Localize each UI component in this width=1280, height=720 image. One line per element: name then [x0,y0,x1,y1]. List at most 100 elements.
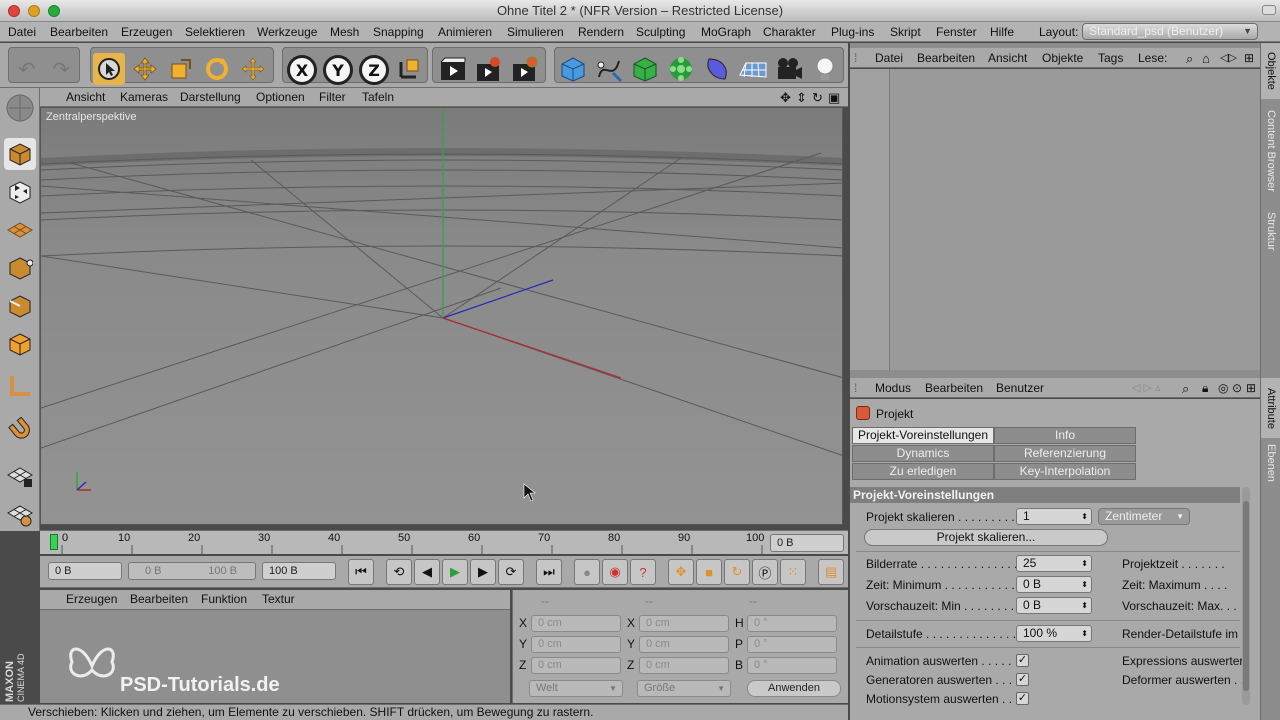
select-icon[interactable] [93,53,125,85]
menu-erzeugen[interactable]: Erzeugen [121,25,172,39]
target-icon[interactable]: ◎ [1218,381,1228,395]
obj-menu-datei[interactable]: Datei [875,51,903,65]
material-menu-funktion[interactable]: Funktion [201,592,247,606]
material-menu-bearbeiten[interactable]: Bearbeiten [130,592,188,606]
new-panel-icon[interactable]: ⊞ [1244,51,1254,65]
nurbs-icon[interactable] [629,53,661,85]
rot-p-field[interactable]: 0 ° [747,636,837,653]
tab-zu-erledigen[interactable]: Zu erledigen [852,463,994,480]
key-parameter-icon[interactable]: Ⓟ [752,559,778,585]
scale-project-button[interactable]: Projekt skalieren... [864,529,1108,546]
next-key-icon[interactable]: ⟳ [498,559,524,585]
menu-mesh[interactable]: Mesh [330,25,359,39]
key-rotation-icon[interactable]: ↻ [724,559,750,585]
coord-mode-select[interactable]: Welt ▼ [529,680,623,697]
apply-button[interactable]: Anwenden [747,680,841,697]
menu-bearbeiten[interactable]: Bearbeiten [50,25,108,39]
side-tab-objekte[interactable]: Objekte [1261,43,1280,99]
array-icon[interactable] [665,53,697,85]
key-pla-icon[interactable]: ⁙ [780,559,806,585]
size-mode-select[interactable]: Größe ▼ [637,680,731,697]
key-scale-icon[interactable]: ■ [696,559,722,585]
axis-mode-icon[interactable] [4,370,36,402]
key-position-icon[interactable]: ✥ [668,559,694,585]
axis-y-button[interactable]: Y [323,55,353,85]
menu-plugins[interactable]: Plug-ins [831,25,874,39]
obj-menu-bearbeiten[interactable]: Bearbeiten [917,51,975,65]
play-icon[interactable]: ▶ [442,559,468,585]
menu-sculpting[interactable]: Sculpting [636,25,685,39]
search-icon[interactable]: ⌕ [1182,381,1189,397]
tab-key-interpolation[interactable]: Key-Interpolation [994,463,1136,480]
transform-icon[interactable] [237,53,269,85]
menu-skript[interactable]: Skript [890,25,921,39]
make-editable-icon[interactable] [4,92,36,124]
preview-range-slider[interactable]: 0 B 100 B [128,562,256,580]
history-arrows-icon[interactable]: ◁ ▷ ▵ [1132,381,1161,394]
light-icon[interactable] [809,53,841,85]
autokey-icon[interactable]: ◉ [602,559,628,585]
timeline-ruler[interactable]: 0 10 20 30 40 50 60 70 80 90 100 0 B [40,530,848,555]
settings-icon[interactable]: ⊙ [1232,381,1242,395]
menu-werkzeuge[interactable]: Werkzeuge [257,25,317,39]
menu-hilfe[interactable]: Hilfe [990,25,1014,39]
search-icon[interactable]: ⌕ [1186,51,1193,67]
axis-z-button[interactable]: Z [359,55,389,85]
record-disabled-icon[interactable]: ● [574,559,600,585]
cube-icon[interactable] [557,53,589,85]
prev-key-icon[interactable]: ⟲ [386,559,412,585]
prev-frame-icon[interactable]: ◀ [414,559,440,585]
spline-pen-icon[interactable] [593,53,625,85]
pos-z-field[interactable]: 0 cm [531,657,621,674]
viewport-menu-ansicht[interactable]: Ansicht [66,90,105,104]
panel-grip-icon[interactable]: ⁞ [854,381,857,395]
redo-icon[interactable]: ↷ [45,53,77,85]
polygons-mode-icon[interactable] [4,328,36,360]
keyframe-selection-icon[interactable]: ? [630,559,656,585]
new-panel-icon[interactable]: ⊞ [1246,381,1256,395]
fullscreen-toggle[interactable] [1262,5,1276,15]
attributes-scrollbar[interactable] [1242,487,1250,705]
render-settings-icon[interactable] [509,53,541,85]
attr-menu-benutzer[interactable]: Benutzer [996,381,1044,395]
side-tab-ebenen[interactable]: Ebenen [1261,440,1280,486]
maximize-view-icon[interactable]: ▣ [828,90,840,106]
goto-start-icon[interactable]: ⏮ [348,559,374,585]
navigate-back-icon[interactable]: ◁▷ [1220,51,1237,64]
menu-mograph[interactable]: MoGraph [701,25,751,39]
camera-icon[interactable] [773,53,805,85]
scale-unit-select[interactable]: Zentimeter ▼ [1098,508,1190,525]
zoom-view-icon[interactable]: ⇕ [796,90,807,106]
material-menu-erzeugen[interactable]: Erzeugen [66,592,117,606]
next-frame-icon[interactable]: ▶ [470,559,496,585]
grid-lock-icon[interactable] [4,460,36,492]
close-window-button[interactable] [8,5,20,17]
viewport-menu-darstellung[interactable]: Darstellung [180,90,241,104]
minimize-window-button[interactable] [28,5,40,17]
scrollbar-thumb[interactable] [1243,501,1249,691]
deformer-icon[interactable] [701,53,733,85]
anim-eval-checkbox[interactable]: ✓ [1016,654,1029,667]
detail-field[interactable]: 100 % ⬍ [1016,625,1092,642]
pos-y-field[interactable]: 0 cm [531,636,621,653]
points-mode-icon[interactable] [4,252,36,284]
attr-menu-bearbeiten[interactable]: Bearbeiten [925,381,983,395]
model-mode-icon[interactable] [4,138,36,170]
zoom-window-button[interactable] [48,5,60,17]
menu-selektieren[interactable]: Selektieren [185,25,245,39]
goto-end-icon[interactable]: ⏭ [536,559,562,585]
rotate-view-icon[interactable]: ↻ [812,90,823,106]
viewport-menu-tafeln[interactable]: Tafeln [362,90,394,104]
workplane-mode-icon[interactable] [4,214,36,246]
menu-animieren[interactable]: Animieren [438,25,492,39]
side-tab-attribute[interactable]: Attribute [1261,378,1280,438]
move-view-icon[interactable]: ✥ [780,90,791,106]
magnet-icon[interactable] [4,414,36,446]
preview-min-field[interactable]: 0 B ⬍ [1016,597,1092,614]
rot-h-field[interactable]: 0 ° [747,615,837,632]
scale-icon[interactable] [165,53,197,85]
rotate-icon[interactable] [201,53,233,85]
viewport-menu-filter[interactable]: Filter [319,90,346,104]
lock-icon[interactable]: 🔒︎ [1202,381,1208,396]
obj-menu-tags[interactable]: Tags [1098,51,1123,65]
